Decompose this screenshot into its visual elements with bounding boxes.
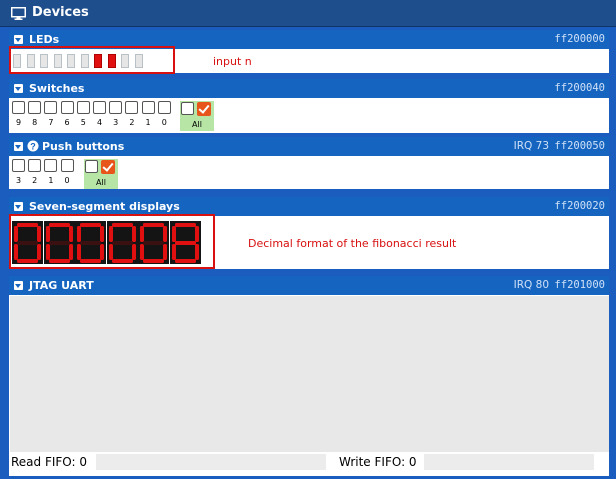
push-buttons-title: Push buttons: [42, 140, 125, 153]
collapse-icon[interactable]: [14, 142, 23, 151]
switch-label: 9: [15, 118, 22, 127]
push-button-label: 3: [15, 176, 22, 185]
push-buttons-none-checkbox[interactable]: [85, 160, 98, 173]
leds-annotation: input n: [213, 55, 252, 68]
switches-all-label: All: [192, 120, 202, 129]
window-title: Devices: [32, 5, 89, 20]
switch-checkbox-0[interactable]: [157, 101, 171, 114]
question-circle-icon[interactable]: ?: [27, 140, 39, 152]
push-button-checkbox-2[interactable]: [28, 159, 42, 172]
jtag-uart-address: ff201000: [554, 279, 605, 291]
push-buttons-address: ff200050: [554, 140, 605, 152]
push-button-label: 2: [32, 176, 38, 185]
leds-address: ff200000: [554, 33, 605, 45]
switch-label: 3: [113, 118, 119, 127]
jtag-uart-title: JTAG UART: [29, 279, 94, 292]
collapse-icon[interactable]: [14, 281, 23, 290]
switch-label: 8: [32, 118, 38, 127]
switch-checkbox-5[interactable]: [76, 101, 90, 114]
switch-label: 2: [129, 118, 135, 127]
switch-checkbox-8[interactable]: [28, 101, 42, 114]
switch-checkbox-2[interactable]: [125, 101, 139, 114]
push-button-label: 1: [48, 176, 54, 185]
collapse-icon[interactable]: [14, 35, 23, 44]
seven-segment-address: ff200020: [554, 200, 605, 212]
switch-label: 7: [48, 118, 54, 127]
switch-checkbox-9[interactable]: [12, 101, 25, 114]
push-buttons-irq: IRQ 73: [513, 140, 549, 152]
push-buttons-header[interactable]: ? Push buttons IRQ 73 ff200050: [9, 137, 609, 156]
jtag-uart-header[interactable]: JTAG UART IRQ 80 ff201000: [9, 276, 609, 295]
switches-panel: Switches ff200040 9 8 7 6 5 4 3 2 1 0 All: [8, 78, 610, 134]
push-buttons-panel: ? Push buttons IRQ 73 ff200050 3 2 1 0 All: [8, 136, 610, 190]
collapse-icon[interactable]: [14, 84, 23, 93]
seven-segment-annotation: Decimal format of the fibonacci result: [248, 237, 457, 250]
uart-terminal-output[interactable]: [10, 296, 609, 452]
switches-none-checkbox[interactable]: [181, 102, 194, 115]
leds-title: LEDs: [29, 33, 60, 46]
monitor-icon: [11, 7, 26, 20]
switches-header[interactable]: Switches ff200040: [9, 79, 609, 98]
switch-label: 5: [80, 118, 86, 127]
collapse-icon[interactable]: [14, 202, 23, 211]
switch-checkbox-1[interactable]: [141, 101, 155, 114]
jtag-uart-irq: IRQ 80: [513, 279, 549, 291]
push-buttons-all-label: All: [96, 178, 106, 187]
write-fifo-label: Write FIFO: 0: [339, 455, 417, 469]
push-button-checkbox-3[interactable]: [12, 159, 25, 172]
read-fifo-label: Read FIFO: 0: [11, 455, 88, 469]
svg-text:?: ?: [30, 141, 36, 151]
leds-highlight-box: [9, 46, 175, 74]
switch-row: 9 8 7 6 5 4 3 2 1 0: [9, 98, 609, 134]
switch-checkbox-6[interactable]: [60, 101, 74, 114]
devices-titlebar: Devices: [0, 0, 616, 27]
switches-title: Switches: [29, 82, 85, 95]
push-buttons-all-toggle[interactable]: All: [84, 159, 118, 189]
push-buttons-all-checkbox[interactable]: [101, 160, 115, 174]
switch-label: 4: [96, 118, 103, 127]
write-fifo-input[interactable]: [424, 454, 594, 470]
seven-segment-title: Seven-segment displays: [29, 200, 180, 213]
switch-label: 1: [145, 118, 151, 127]
push-button-checkbox-1[interactable]: [44, 159, 58, 172]
switches-all-toggle[interactable]: All: [180, 101, 214, 131]
switches-address: ff200040: [554, 82, 605, 94]
read-fifo-input[interactable]: [96, 454, 326, 470]
switch-checkbox-7[interactable]: [44, 101, 58, 114]
switch-label: 6: [64, 118, 70, 127]
switch-checkbox-3[interactable]: [109, 101, 123, 114]
push-button-label: 0: [64, 176, 70, 185]
push-button-checkbox-0[interactable]: [60, 159, 74, 172]
switch-label: 0: [161, 118, 167, 127]
switch-checkbox-4[interactable]: [93, 101, 106, 114]
seven-segment-highlight-box: [9, 214, 215, 269]
jtag-uart-panel: JTAG UART IRQ 80 ff201000 Read FIFO: 0 W…: [8, 275, 610, 477]
switches-all-checkbox[interactable]: [197, 102, 211, 116]
